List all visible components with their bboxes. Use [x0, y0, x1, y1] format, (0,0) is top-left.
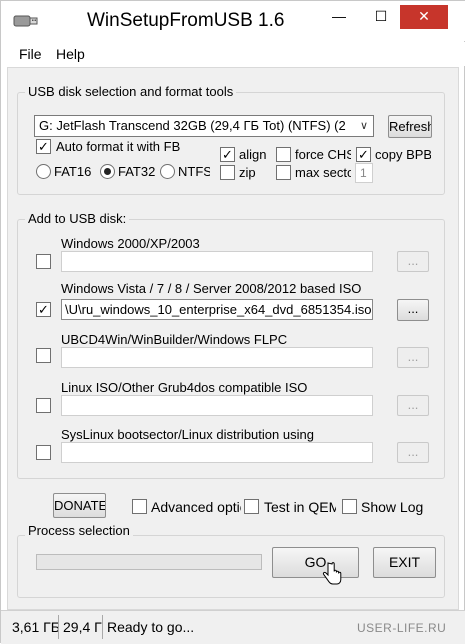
maximize-button[interactable]: ☐ — [366, 5, 396, 29]
ntfs-radio[interactable] — [160, 164, 175, 179]
force-chs-checkbox[interactable] — [276, 147, 291, 162]
test-qemu-label: Test in QEM — [264, 499, 336, 515]
status-message: Ready to go... — [107, 619, 195, 635]
show-log-checkbox[interactable] — [342, 499, 357, 514]
hand-cursor-icon — [322, 562, 342, 585]
fat16-radio[interactable] — [36, 164, 51, 179]
source-checkbox-syslinux[interactable] — [36, 445, 51, 460]
source-checkbox-linux-iso[interactable] — [36, 398, 51, 413]
ntfs-label: NTFS — [178, 164, 210, 179]
exit-button[interactable]: EXIT — [373, 547, 436, 578]
source-label-syslinux: SysLinux bootsector/Linux distribution u… — [61, 427, 314, 442]
max-sectors-checkbox[interactable] — [276, 165, 291, 180]
watermark: USER-LIFE.RU — [357, 621, 447, 635]
zip-label: zip — [239, 165, 256, 180]
fat32-radio[interactable] — [100, 164, 115, 179]
browse-button-vista[interactable]: ... — [397, 299, 429, 321]
source-label-win2000: Windows 2000/XP/2003 — [61, 236, 200, 251]
minimize-button[interactable]: — — [324, 5, 354, 29]
browse-button-ubcd[interactable]: ... — [397, 347, 429, 368]
force-chs-label: force CHS — [295, 147, 351, 162]
close-button[interactable]: ✕ — [400, 5, 448, 29]
copy-bpb-label: copy BPB — [375, 147, 431, 162]
source-label-linux-iso: Linux ISO/Other Grub4dos compatible ISO — [61, 380, 308, 395]
fat16-label: FAT16 — [54, 164, 92, 179]
disk-select-value: G: JetFlash Transcend 32GB (29,4 ГБ Tot)… — [39, 118, 346, 133]
auto-format-checkbox[interactable]: ✓ — [36, 139, 51, 154]
align-checkbox[interactable]: ✓ — [220, 147, 235, 162]
fat32-label: FAT32 — [118, 164, 156, 179]
advanced-options-label: Advanced optic — [151, 499, 241, 515]
donate-button[interactable]: DONATE — [53, 493, 106, 518]
source-label-vista: Windows Vista / 7 / 8 / Server 2008/2012… — [61, 281, 362, 296]
menu-help[interactable]: Help — [56, 46, 85, 62]
browse-button-syslinux[interactable]: ... — [397, 442, 429, 463]
status-free-space: 3,61 ГБ — [12, 619, 59, 635]
window-title: WinSetupFromUSB 1.6 — [87, 10, 285, 31]
title-bar[interactable]: WinSetupFromUSB 1.6 — ☐ ✕ — [1, 1, 465, 41]
go-button[interactable]: GO — [272, 547, 359, 578]
source-label-ubcd: UBCD4Win/WinBuilder/Windows FLPC — [61, 332, 288, 347]
usb-drive-icon — [13, 15, 38, 27]
browse-button-linux-iso[interactable]: ... — [397, 395, 429, 416]
disk-select[interactable]: G: JetFlash Transcend 32GB (29,4 ГБ Tot)… — [34, 115, 374, 137]
menu-file[interactable]: File — [19, 46, 42, 62]
source-path-ubcd[interactable] — [61, 347, 373, 368]
browse-button-win2000[interactable]: ... — [397, 251, 429, 272]
refresh-button[interactable]: Refresh — [388, 115, 432, 138]
source-path-win2000[interactable] — [61, 251, 373, 272]
advanced-options-checkbox[interactable] — [132, 499, 147, 514]
copy-bpb-checkbox[interactable]: ✓ — [356, 147, 371, 162]
usb-disk-group-title: USB disk selection and format tools — [25, 84, 237, 99]
chevron-down-icon[interactable]: ∨ — [356, 116, 372, 136]
max-sectors-input[interactable]: 1 — [355, 163, 373, 183]
source-checkbox-ubcd[interactable] — [36, 348, 51, 363]
source-checkbox-win2000[interactable] — [36, 254, 51, 269]
max-sectors-label: max secto — [295, 165, 351, 180]
auto-format-label: Auto format it with FB — [56, 139, 181, 154]
source-path-vista[interactable]: \U\ru_windows_10_enterprise_x64_dvd_6851… — [61, 299, 373, 320]
source-path-linux-iso[interactable] — [61, 395, 373, 416]
status-bar: 3,61 ГБ 29,4 ГБ Ready to go... USER-LIFE… — [1, 610, 465, 644]
align-label: align — [239, 147, 267, 162]
source-checkbox-vista[interactable]: ✓ — [36, 302, 51, 317]
add-to-usb-group-title: Add to USB disk: — [25, 211, 130, 226]
process-group-title: Process selection — [25, 523, 133, 538]
test-qemu-checkbox[interactable] — [244, 499, 259, 514]
show-log-label: Show Log — [361, 499, 424, 515]
zip-checkbox[interactable] — [220, 165, 235, 180]
progress-bar — [36, 554, 262, 570]
status-total-space: 29,4 ГБ — [63, 619, 102, 635]
menu-bar: File Help — [1, 42, 465, 66]
source-path-syslinux[interactable] — [61, 442, 373, 463]
app-window: WinSetupFromUSB 1.6 — ☐ ✕ File Help USB … — [0, 0, 465, 644]
